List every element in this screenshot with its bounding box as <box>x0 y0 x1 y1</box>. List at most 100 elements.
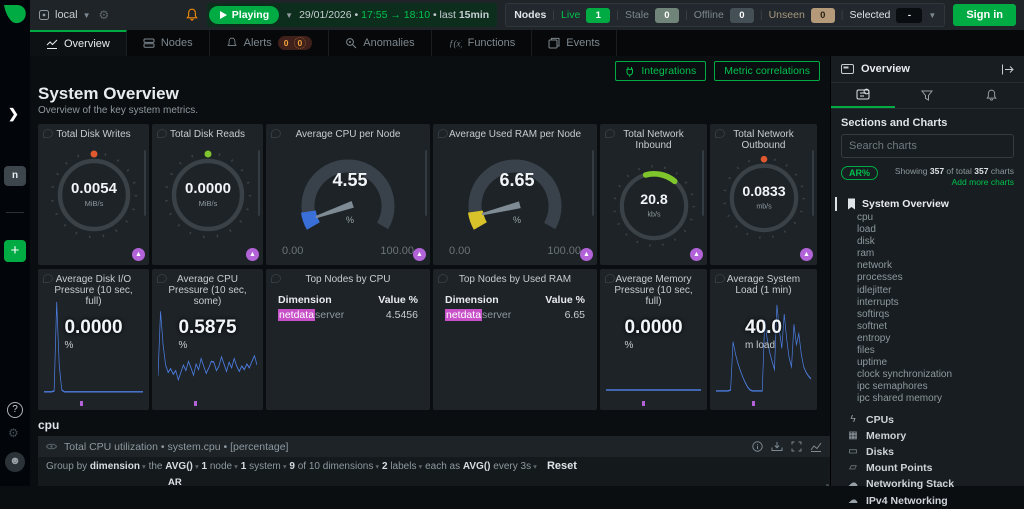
toolbar-dropdown[interactable]: each as AVG() every 3s ▾ <box>425 461 537 472</box>
integrations-button[interactable]: Integrations <box>615 61 706 81</box>
playing-pill[interactable]: Playing <box>209 6 279 24</box>
card-disk-io-pressure[interactable]: Average Disk I/O Pressure (10 sec, full)… <box>38 269 149 410</box>
sidebar-chart-item[interactable]: softnet <box>831 321 1024 333</box>
tab-events[interactable]: Events <box>532 30 617 56</box>
toolbar-dropdown[interactable]: 2 labels ▾ <box>382 461 422 472</box>
reset-button[interactable]: Reset <box>547 460 577 472</box>
toolbar-dropdown[interactable]: 9 of 10 dimensions ▾ <box>289 461 379 472</box>
tab-alerts[interactable]: Alerts 00 <box>210 30 330 56</box>
workspace-avatar[interactable]: n <box>4 166 26 186</box>
sidebar-chart-item[interactable]: uptime <box>831 357 1024 369</box>
tab-functions[interactable]: ƒ(x) Functions <box>432 30 533 56</box>
user-avatar-icon[interactable]: ☻ <box>5 452 25 472</box>
anomaly-rate-icon[interactable]: ▲ <box>246 248 259 261</box>
offline-count-badge[interactable]: 0 <box>730 8 754 23</box>
tab-sections-charts[interactable] <box>831 83 895 108</box>
tab-overview[interactable]: Overview <box>30 30 127 56</box>
card-scrollbar <box>592 150 594 216</box>
sidebar-chart-item[interactable]: softirqs <box>831 309 1024 321</box>
download-icon[interactable] <box>771 441 783 452</box>
chart-options-icon[interactable] <box>810 441 822 452</box>
sidebar-section-item[interactable]: ϟCPUs <box>831 412 1024 428</box>
sidebar-chart-item[interactable]: entropy <box>831 333 1024 345</box>
alerts-badge: 00 <box>278 36 312 50</box>
cards-grid: Total Disk Writes 0.0054 MiB/s ▲ Total D… <box>30 116 830 410</box>
metric-correlations-button[interactable]: Metric correlations <box>714 61 820 81</box>
sidebar-title: Overview <box>861 63 910 75</box>
anomaly-marker <box>752 401 755 406</box>
card-average-ram[interactable]: Average Used RAM per Node 6.65 % 0.00100… <box>433 124 597 265</box>
chart-title: Total CPU utilization • system.cpu • [pe… <box>64 441 745 453</box>
svg-text:4.55: 4.55 <box>332 170 367 190</box>
unseen-count-badge[interactable]: 0 <box>811 8 835 23</box>
time-control[interactable]: Playing ▼ 29/01/2026 • 17:55 → 18:10 • l… <box>207 3 497 27</box>
toolbar-dropdown[interactable]: 1 system ▾ <box>241 461 287 472</box>
sidebar-chart-item[interactable]: files <box>831 345 1024 357</box>
sidebar-section-item[interactable]: ▦Memory <box>831 428 1024 444</box>
card-network-outbound[interactable]: Total Network Outbound 0.0833 mb/s ▲ <box>710 124 817 265</box>
sidebar-section-system-overview[interactable]: System Overview <box>831 196 1024 212</box>
sidebar-chart-item[interactable]: clock synchronization <box>831 369 1024 381</box>
node-selector[interactable]: local ▼ <box>38 9 91 21</box>
netdata-logo-icon[interactable] <box>3 4 27 26</box>
sidebar-chart-item[interactable]: load <box>831 224 1024 236</box>
sign-in-button[interactable]: Sign in <box>953 4 1016 26</box>
sidebar-chart-item[interactable]: cpu <box>831 212 1024 224</box>
collapse-sidebar-icon[interactable] <box>1001 64 1014 75</box>
anomaly-rate-icon[interactable]: ▲ <box>580 248 593 261</box>
card-memory-pressure[interactable]: Average Memory Pressure (10 sec, full) 0… <box>600 269 707 410</box>
sidebar-section-item[interactable]: ☁IPv4 Networking <box>831 493 1024 509</box>
chevron-down-icon[interactable]: ▼ <box>928 11 936 20</box>
info-icon[interactable] <box>752 441 763 452</box>
sidebar-section-item[interactable]: ☁Networking Stack <box>831 476 1024 492</box>
ar-percent-badge[interactable]: AR% <box>841 166 878 180</box>
sidebar-chart-item[interactable]: disk <box>831 236 1024 248</box>
tab-anomalies[interactable]: Anomalies <box>329 30 431 56</box>
toolbar-dropdown[interactable]: the AVG() ▾ <box>149 461 199 472</box>
toolbar-dropdown[interactable]: Group by dimension ▾ <box>46 461 146 472</box>
sidebar-chart-item[interactable]: network <box>831 260 1024 272</box>
sidebar-section-item[interactable]: ▱Mount Points <box>831 460 1024 476</box>
card-average-cpu[interactable]: Average CPU per Node 4.55 % 0.00100.00 ▲ <box>266 124 430 265</box>
left-rail: ❯ n + ? ⚙ ☻ <box>0 0 30 486</box>
sidebar-chart-item[interactable]: ipc semaphores <box>831 381 1024 393</box>
card-total-disk-writes[interactable]: Total Disk Writes 0.0054 MiB/s ▲ <box>38 124 149 265</box>
sidebar-chart-item[interactable]: processes <box>831 272 1024 284</box>
sidebar-chart-item[interactable]: ipc shared memory <box>831 393 1024 405</box>
card-network-inbound[interactable]: Total Network Inbound 20.8 kb/s ▲ <box>600 124 707 265</box>
card-total-disk-reads[interactable]: Total Disk Reads 0.0000 MiB/s ▲ <box>152 124 263 265</box>
sidebar-chart-item[interactable]: ram <box>831 248 1024 260</box>
card-top-nodes-cpu[interactable]: Top Nodes by CPU DimensionValue % netdat… <box>266 269 430 410</box>
right-sidebar: Overview Sections and Charts AR% Showing… <box>830 56 1024 486</box>
sidebar-chart-item[interactable]: interrupts <box>831 297 1024 309</box>
rail-settings-icon[interactable]: ⚙ <box>8 426 19 440</box>
table-row[interactable]: netdataserver 6.65 <box>445 308 585 323</box>
tab-alerts-panel[interactable] <box>960 83 1024 108</box>
card-system-load[interactable]: Average System Load (1 min) 40.0m load <box>710 269 817 410</box>
notifications-icon[interactable] <box>185 8 199 22</box>
space-settings-icon[interactable]: ⚙ <box>99 8 110 22</box>
help-icon[interactable]: ? <box>7 402 23 418</box>
stale-count-badge[interactable]: 0 <box>655 8 679 23</box>
anomaly-rate-icon[interactable]: ▲ <box>413 248 426 261</box>
anomaly-rate-icon[interactable]: ▲ <box>690 248 703 261</box>
add-more-charts-link[interactable]: Add more charts <box>952 177 1014 187</box>
live-count-badge[interactable]: 1 <box>586 8 610 23</box>
toolbar-dropdown[interactable]: 1 node ▾ <box>202 461 238 472</box>
card-top-nodes-ram[interactable]: Top Nodes by Used RAM DimensionValue % n… <box>433 269 597 410</box>
add-workspace-button[interactable]: + <box>4 240 26 262</box>
table-row[interactable]: netdataserver 4.5456 <box>278 308 418 323</box>
tab-nodes[interactable]: Nodes <box>127 30 210 56</box>
tab-filters[interactable] <box>895 83 959 108</box>
search-input[interactable] <box>841 134 1014 158</box>
card-cpu-pressure[interactable]: Average CPU Pressure (10 sec, some) 0.58… <box>152 269 263 410</box>
date-range[interactable]: 29/01/2026 • 17:55 → 18:10 • last 15min <box>299 9 489 21</box>
chevron-down-icon[interactable]: ▼ <box>285 11 293 20</box>
selected-value[interactable]: - <box>896 8 922 23</box>
fullscreen-icon[interactable] <box>791 441 802 452</box>
anomaly-rate-icon[interactable]: ▲ <box>132 248 145 261</box>
anomaly-rate-icon[interactable]: ▲ <box>800 248 813 261</box>
sidebar-section-item[interactable]: ▭Disks <box>831 444 1024 460</box>
sidebar-chart-item[interactable]: idlejitter <box>831 285 1024 297</box>
expand-rail-icon[interactable]: ❯ <box>8 106 19 122</box>
